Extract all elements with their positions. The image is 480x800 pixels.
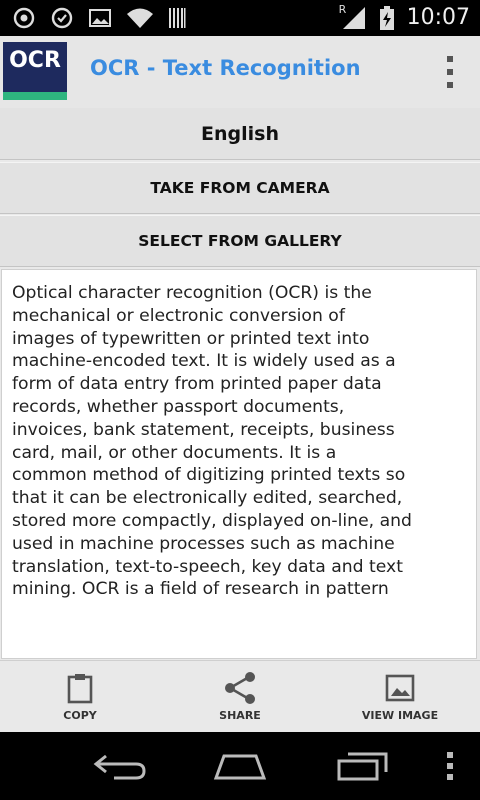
app-logo-text: OCR — [9, 48, 61, 73]
barcode-icon — [168, 6, 186, 30]
menu-icon[interactable] — [444, 750, 456, 786]
main-content: English TAKE FROM CAMERA SELECT FROM GAL… — [0, 108, 480, 660]
home-icon[interactable] — [212, 750, 268, 786]
select-from-gallery-button[interactable]: SELECT FROM GALLERY — [0, 215, 480, 267]
overflow-menu-icon[interactable] — [446, 56, 454, 88]
status-clock: 10:07 — [406, 5, 470, 30]
clipboard-icon — [65, 671, 95, 705]
signal-icon: R — [338, 3, 367, 31]
copy-button[interactable]: COPY — [0, 661, 160, 733]
sync-icon — [12, 6, 36, 30]
battery-charging-icon — [379, 5, 395, 31]
view-image-button[interactable]: VIEW IMAGE — [320, 661, 480, 733]
wifi-icon — [126, 6, 154, 30]
bottom-toolbar: COPY SHARE VIEW IMAGE — [0, 660, 480, 732]
view-image-label: VIEW IMAGE — [361, 709, 439, 722]
share-button[interactable]: SHARE — [160, 661, 320, 733]
sync-icon — [50, 6, 74, 30]
status-bar: R 10:07 — [0, 0, 480, 36]
app-logo[interactable]: OCR — [3, 42, 67, 100]
back-icon[interactable] — [92, 750, 148, 786]
share-icon — [222, 671, 258, 705]
share-label: SHARE — [219, 709, 261, 722]
navigation-bar — [0, 732, 480, 800]
action-bar: OCR OCR - Text Recognition — [0, 36, 480, 109]
take-from-camera-button[interactable]: TAKE FROM CAMERA — [0, 162, 480, 214]
image-icon — [385, 671, 415, 705]
recognized-text: Optical character recognition (OCR) is t… — [12, 283, 412, 600]
copy-label: COPY — [63, 709, 97, 722]
recents-icon[interactable] — [336, 750, 390, 786]
image-icon — [88, 7, 112, 29]
app-title: OCR - Text Recognition — [90, 56, 361, 80]
language-select-button[interactable]: English — [0, 108, 480, 160]
recognized-text-area[interactable]: Optical character recognition (OCR) is t… — [1, 269, 477, 659]
roaming-indicator: R — [338, 3, 347, 16]
